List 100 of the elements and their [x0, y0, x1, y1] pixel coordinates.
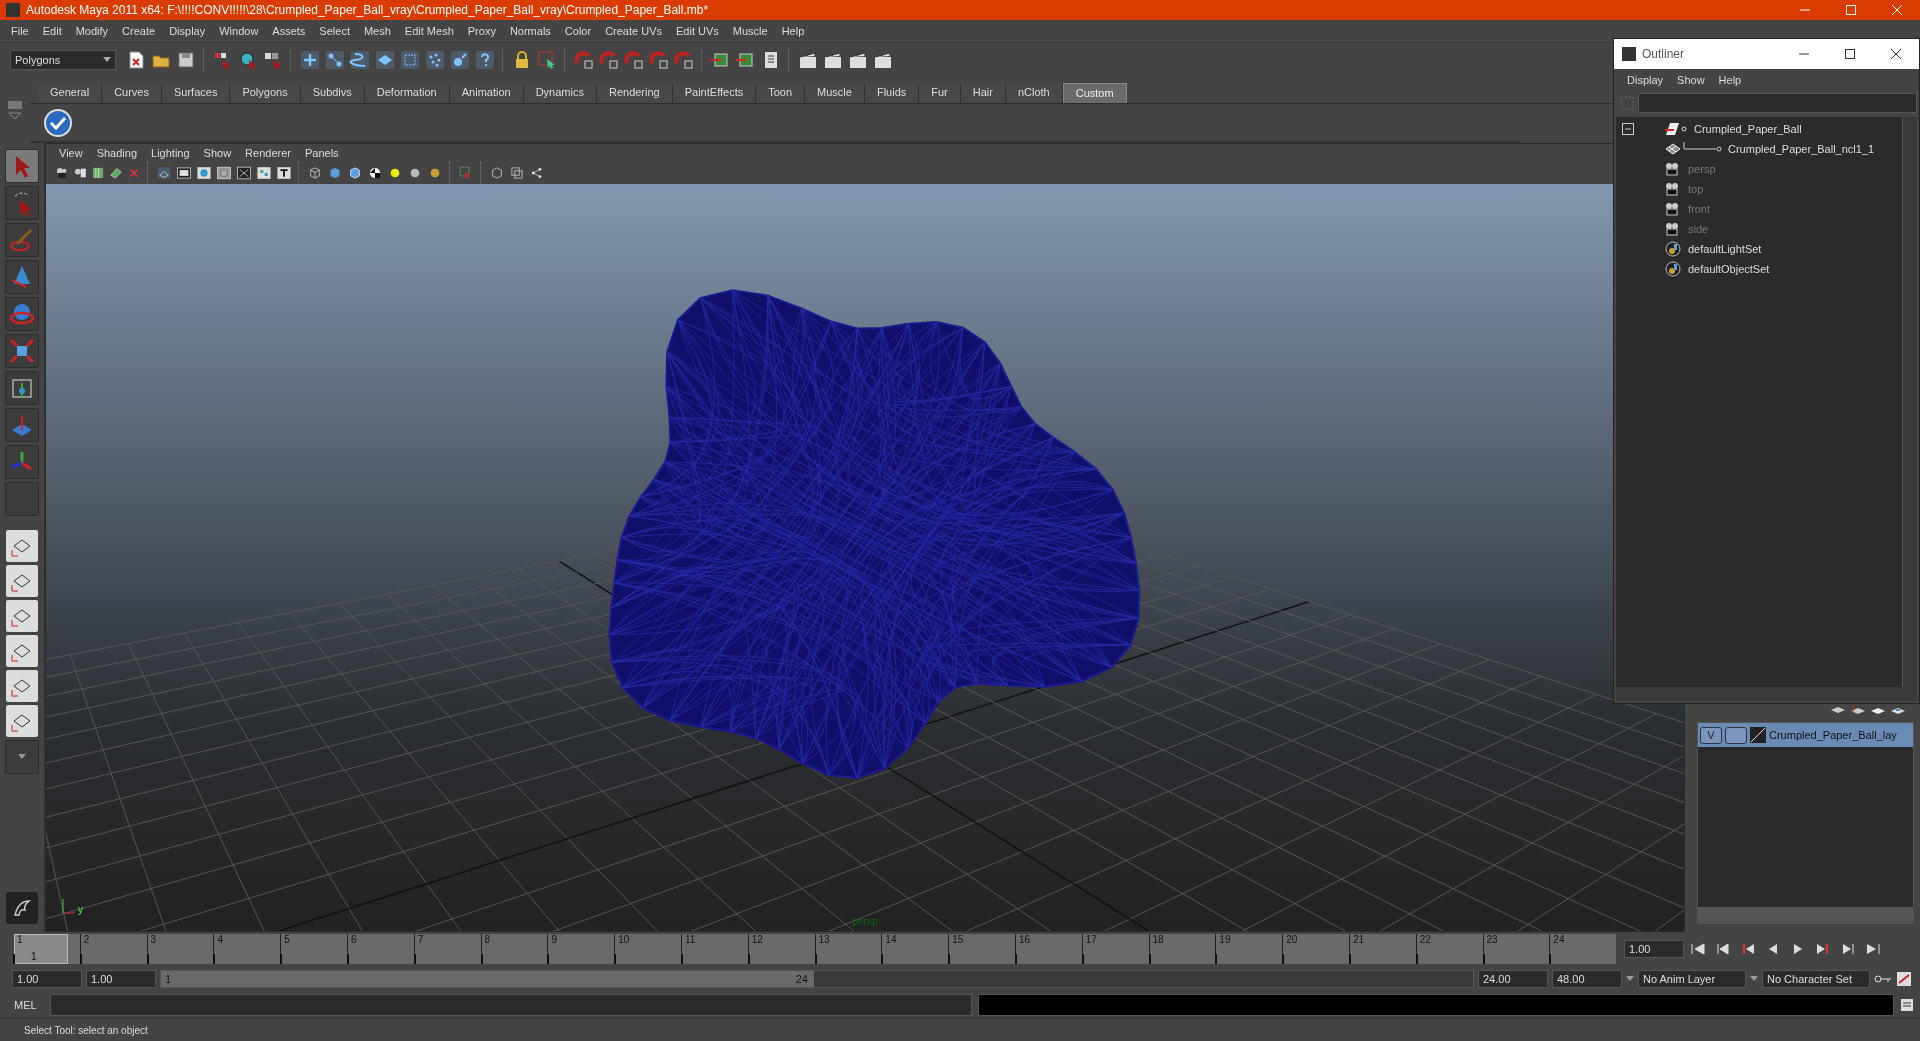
shelf-tab[interactable]: PaintEffects [672, 83, 757, 103]
outliner-menu-item[interactable]: Help [1711, 74, 1749, 86]
shelf-tab[interactable]: Fluids [864, 83, 920, 103]
safe-title-icon[interactable] [275, 165, 293, 181]
soft-modification-tool-button[interactable] [5, 408, 39, 442]
menu-item[interactable]: Create UVs [598, 25, 669, 37]
shelf-tab[interactable]: Surfaces [162, 83, 231, 103]
collapse-toggle[interactable] [1622, 123, 1634, 135]
new-layer-selected-icon[interactable] [1850, 705, 1866, 717]
magnet-icon[interactable] [673, 49, 695, 71]
dropdown-arrow-icon[interactable] [1750, 976, 1758, 982]
menu-item[interactable]: Select [312, 25, 357, 37]
playback-end-field[interactable]: 24.00 [1478, 970, 1548, 988]
panel-menu-item[interactable]: Renderer [238, 147, 298, 159]
horizontal-scrollbar[interactable] [1616, 687, 1917, 701]
magnet-icon[interactable] [623, 49, 645, 71]
save-icon[interactable] [175, 49, 197, 71]
shelf-tab[interactable]: Curves [102, 83, 162, 103]
film-gate-icon[interactable] [175, 165, 193, 181]
menu-item[interactable]: Edit [35, 25, 69, 37]
panel-menu-item[interactable]: Show [196, 147, 239, 159]
points-icon[interactable] [424, 49, 446, 71]
checkmark-icon[interactable] [44, 108, 72, 137]
key-icon[interactable] [1874, 974, 1892, 984]
step-back-icon[interactable] [1715, 942, 1731, 956]
resolution-gate-icon[interactable] [195, 165, 213, 181]
next-key-icon[interactable] [1815, 942, 1831, 956]
menu-item[interactable]: Assets [265, 25, 313, 37]
horizontal-scrollbar[interactable] [1698, 907, 1913, 923]
panel-menu-item[interactable]: Lighting [144, 147, 197, 159]
playback-start-field[interactable]: 1.00 [86, 970, 156, 988]
template-toggle[interactable] [1725, 726, 1747, 744]
preferences-icon[interactable] [1896, 971, 1912, 987]
visibility-toggle[interactable]: V [1700, 726, 1722, 744]
shelf-tab[interactable]: Hair [960, 83, 1006, 103]
hypershade-persp-layout-button[interactable] [6, 670, 38, 702]
render-clapper-icon[interactable] [847, 49, 869, 71]
menu-item[interactable]: Muscle [725, 25, 775, 37]
select-tool-button[interactable] [5, 149, 39, 183]
xray-squares-icon[interactable] [508, 165, 526, 181]
shelf-tab[interactable]: Muscle [805, 83, 865, 103]
scale-tool-button[interactable] [5, 334, 39, 368]
menu-item[interactable]: Mesh [356, 25, 398, 37]
shelf-tab[interactable]: Animation [449, 83, 524, 103]
menu-item[interactable]: Proxy [460, 25, 503, 37]
magnet-icon[interactable] [648, 49, 670, 71]
menu-item[interactable]: Color [557, 25, 599, 37]
script-editor-icon[interactable] [1900, 998, 1914, 1012]
outliner-item[interactable]: Crumpled_Paper_Ball_ncl1_1 [1728, 143, 1875, 155]
field-chart-icon[interactable] [235, 165, 253, 181]
current-frame-field[interactable]: 1.00 [1624, 940, 1684, 958]
panel-menu-item[interactable]: View [52, 147, 90, 159]
menu-item[interactable]: Display [162, 25, 213, 37]
image-plane-icon[interactable] [108, 165, 124, 181]
shelf-tab[interactable]: Dynamics [523, 83, 597, 103]
range-slider[interactable]: 1 24 [160, 970, 1474, 988]
help-icon[interactable] [474, 49, 496, 71]
magnet-icon[interactable] [598, 49, 620, 71]
bookmark-icon[interactable] [90, 165, 106, 181]
menu-item[interactable]: Normals [502, 25, 558, 37]
outliner-persp-layout-button[interactable] [6, 600, 38, 632]
vertical-scrollbar[interactable] [1902, 117, 1917, 687]
filter-field[interactable] [1638, 93, 1917, 113]
maya-logo-button[interactable] [6, 892, 38, 924]
shelf-tab[interactable]: Polygons [230, 83, 301, 103]
shelf-tab[interactable]: General [38, 83, 103, 103]
time-slider[interactable]: 1 1 2 3 4 5 6 7 8 9 10 11 12 13 14 15 16 17 18 19 20 21 22 23 24 [14, 934, 1616, 964]
panel-menu-item[interactable]: Shading [89, 147, 145, 159]
cone-tool-button[interactable] [5, 260, 39, 294]
mode-dropdown[interactable]: Polygons [10, 50, 116, 70]
single-pane-layout-button[interactable] [6, 530, 38, 562]
outliner-menu-item[interactable]: Show [1670, 74, 1712, 86]
shelf-tab[interactable]: Deformation [364, 83, 450, 103]
bounding-box-icon[interactable] [399, 49, 421, 71]
menu-item[interactable]: File [4, 25, 36, 37]
dropdown-arrow-icon[interactable] [1626, 976, 1634, 982]
menu-item[interactable]: Create [115, 25, 163, 37]
previous-key-icon[interactable] [1740, 942, 1756, 956]
shelf-tab[interactable]: Fur [919, 83, 961, 103]
manipulator-tool-button[interactable] [5, 371, 39, 405]
command-language-label[interactable]: MEL [14, 999, 44, 1011]
render-clapper-icon[interactable] [872, 49, 894, 71]
gate-mask-icon[interactable] [215, 165, 233, 181]
menu-item[interactable]: Window [212, 25, 266, 37]
range-bar[interactable]: 1 24 [161, 971, 814, 987]
panel-menu-item[interactable]: Panels [297, 147, 346, 159]
menu-item[interactable]: Edit Mesh [397, 25, 461, 37]
shelf-tab[interactable]: Rendering [596, 83, 673, 103]
graph-persp-layout-button[interactable] [6, 635, 38, 667]
plus-icon[interactable] [299, 49, 321, 71]
outliner-item[interactable]: Crumpled_Paper_Ball [1694, 123, 1802, 135]
menu-item[interactable]: Help [774, 25, 812, 37]
command-input-field[interactable] [50, 994, 972, 1016]
shelf-tab[interactable]: Custom [1062, 83, 1127, 103]
menu-item[interactable]: Modify [68, 25, 116, 37]
four-pane-layout-button[interactable] [6, 565, 38, 597]
layer-options-icon[interactable] [1890, 705, 1906, 717]
menu-item[interactable]: Edit UVs [669, 25, 726, 37]
outliner-menu-item[interactable]: Display [1620, 74, 1671, 86]
wireframe-shading-icon[interactable] [155, 165, 173, 181]
